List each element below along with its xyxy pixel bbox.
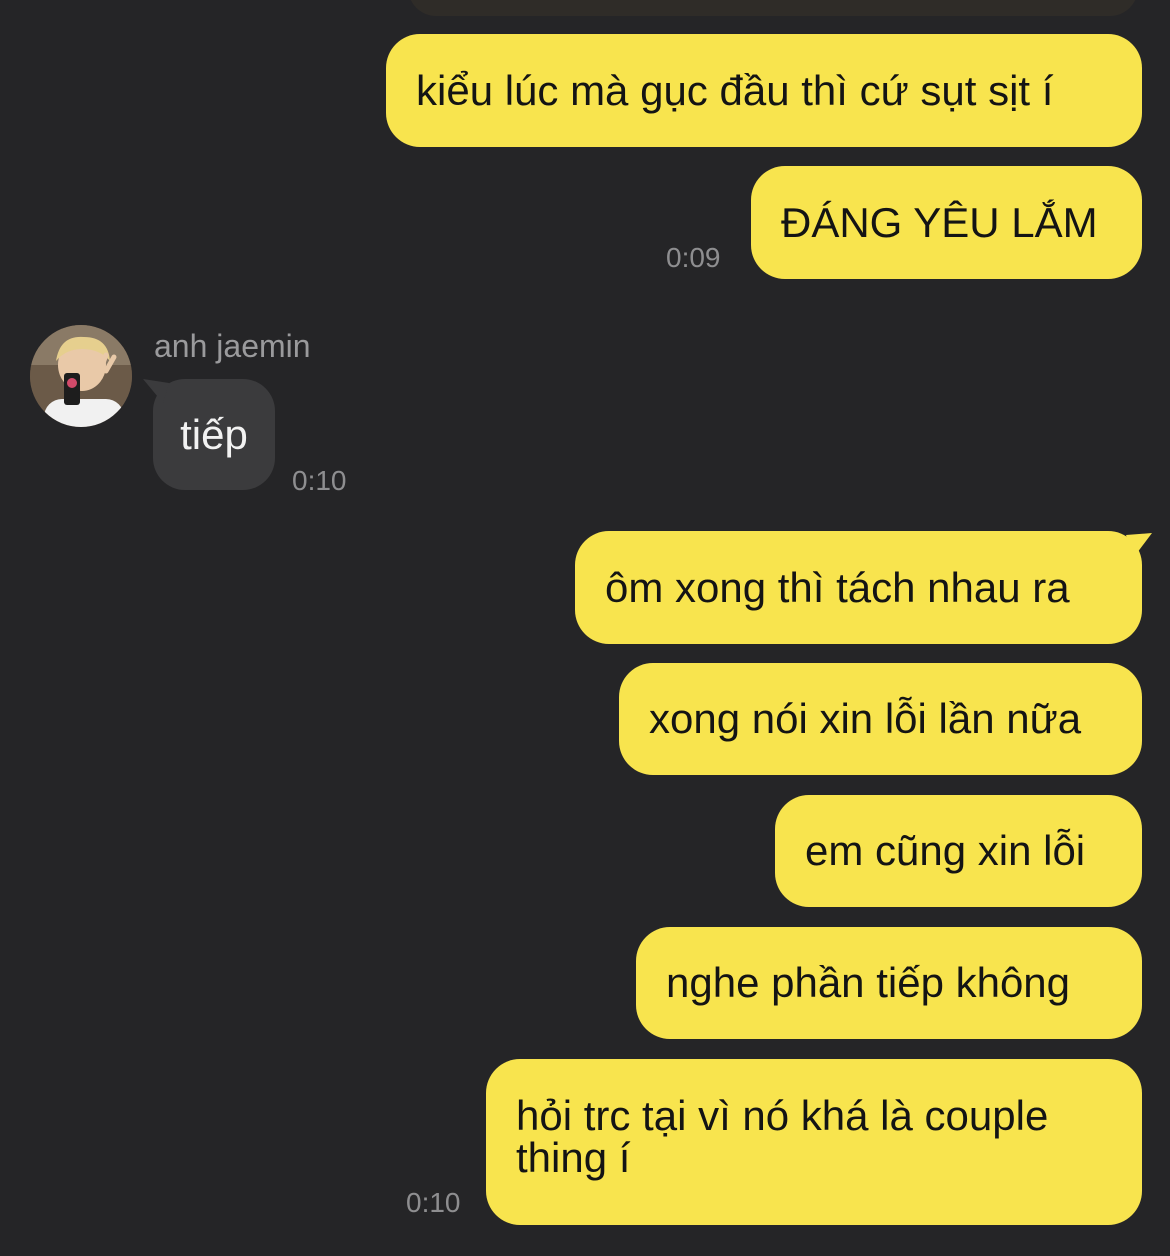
message-timestamp: 0:10 [406,1187,461,1218]
outgoing-message[interactable]: xong nói xin lỗi lần nữa [619,663,1142,775]
message-text: xong nói xin lỗi lần nữa [649,695,1082,742]
message-timestamp: 0:09 [666,242,721,273]
bubble-tail-icon [1126,533,1152,557]
sender-avatar[interactable] [30,325,132,427]
message-text: ĐÁNG YÊU LẮM [781,198,1098,246]
outgoing-message[interactable]: ôm xong thì tách nhau ra [575,531,1152,644]
message-text: nghe phần tiếp không [666,959,1071,1006]
outgoing-message[interactable]: em cũng xin lỗi [775,795,1142,907]
outgoing-message[interactable]: nghe phần tiếp không [636,927,1142,1039]
sender-name: anh jaemin [154,328,311,364]
message-text: em cũng xin lỗi [805,827,1086,874]
previous-message-bubble [408,0,1138,16]
message-timestamp: 0:10 [292,465,347,496]
outgoing-message[interactable]: kiểu lúc mà gục đầu thì cứ sụt sịt í [386,34,1142,147]
message-text: ôm xong thì tách nhau ra [605,563,1070,611]
outgoing-message[interactable]: ĐÁNG YÊU LẮM [751,166,1142,279]
message-text: tiếp [180,410,248,458]
incoming-message[interactable]: tiếp [143,379,275,490]
avatar-photo-icon [30,325,132,427]
message-text: hỏi trc tại vì nó khá là couple thing í [516,1092,1049,1181]
outgoing-message[interactable]: hỏi trc tại vì nó khá là couple thing í [486,1059,1142,1225]
message-text: kiểu lúc mà gục đầu thì cứ sụt sịt í [416,66,1054,114]
bubble-tail-icon [143,379,169,403]
